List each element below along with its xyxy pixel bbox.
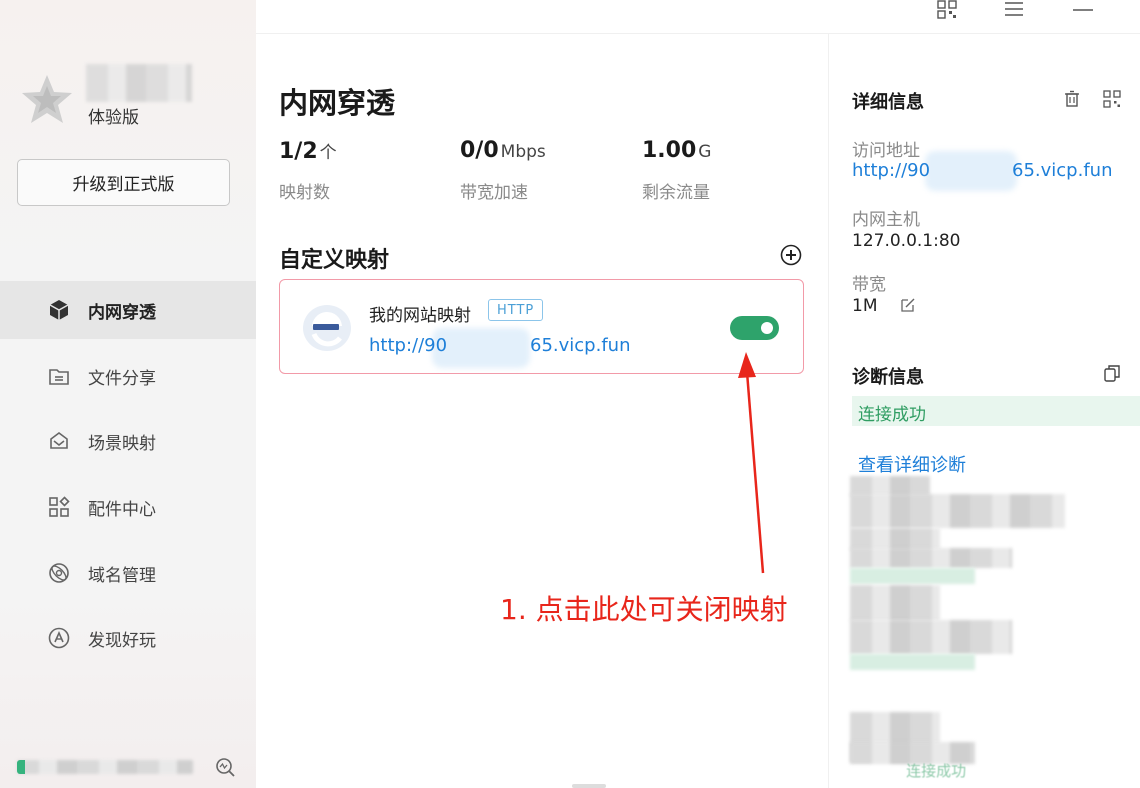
menu-icon[interactable]: [1002, 0, 1026, 20]
online-status-indicator: [17, 760, 25, 774]
qrcode-icon[interactable]: [935, 0, 959, 20]
upgrade-button[interactable]: 升级到正式版: [17, 159, 230, 206]
stat-value: 1.00: [642, 138, 697, 163]
stat-mapping-count: 1/2 个 映射数: [279, 138, 337, 203]
edit-icon[interactable]: [900, 297, 916, 313]
sidebar-item-accessories[interactable]: 配件中心: [0, 478, 256, 536]
bandwidth-label: 带宽: [852, 275, 886, 295]
access-url-prefix[interactable]: http://90: [852, 160, 930, 181]
stat-unit: 个: [319, 143, 337, 163]
section-title: 自定义映射: [279, 248, 390, 273]
activity-search-icon[interactable]: [214, 756, 236, 778]
page-title: 内网穿透: [279, 86, 396, 120]
sidebar-item-label: 场景映射: [88, 433, 156, 454]
sidebar-item-file-share[interactable]: 文件分享: [0, 347, 256, 405]
sidebar-item-label: 内网穿透: [88, 302, 156, 323]
sidebar-item-tunnel[interactable]: 内网穿透: [0, 281, 256, 339]
add-icon[interactable]: [780, 244, 802, 266]
grid-icon: [49, 496, 70, 517]
compass-icon: [48, 627, 70, 649]
stat-unit: Mbps: [500, 142, 546, 162]
sidebar-item-label: 文件分享: [88, 368, 156, 389]
access-address-label: 访问地址: [852, 141, 920, 161]
trash-icon[interactable]: [1063, 90, 1081, 108]
url-redaction: [925, 151, 1017, 191]
mapping-url-suffix[interactable]: 65.vicp.fun: [530, 335, 630, 356]
mapping-url-prefix[interactable]: http://90: [369, 335, 447, 356]
toggle-knob: [761, 322, 773, 334]
globe-icon: [49, 563, 69, 583]
copy-icon[interactable]: [1103, 364, 1121, 382]
bandwidth-value: 1M: [852, 296, 878, 316]
star-avatar-icon[interactable]: [20, 72, 74, 126]
stat-label: 剩余流量: [642, 183, 710, 203]
browser-e-icon: [303, 305, 351, 351]
minimize-icon[interactable]: [1071, 0, 1095, 20]
sidebar-item-label: 配件中心: [88, 499, 156, 520]
stat-value: 1/2: [279, 139, 318, 164]
qrcode-icon[interactable]: [1103, 90, 1121, 108]
stat-unit: G: [698, 142, 712, 162]
stat-label: 带宽加速: [460, 183, 528, 203]
stat-bandwidth: 0/0 Mbps 带宽加速: [460, 138, 546, 203]
host-value: 127.0.0.1:80: [852, 231, 961, 251]
username-redacted: [86, 64, 192, 102]
account-status-redacted: [17, 760, 193, 774]
stat-value: 0/0: [460, 138, 499, 163]
diagnostic-status-bar: 连接成功: [852, 396, 1140, 426]
protocol-badge: HTTP: [488, 299, 544, 321]
access-url-suffix[interactable]: 65.vicp.fun: [1012, 160, 1112, 181]
resize-handle[interactable]: [572, 784, 606, 788]
sidebar-item-label: 发现好玩: [88, 630, 156, 651]
sidebar-item-label: 域名管理: [88, 565, 156, 586]
sidebar-item-discover[interactable]: 发现好玩: [0, 609, 256, 667]
edition-label: 体验版: [88, 108, 139, 128]
view-diagnostic-link[interactable]: 查看详细诊断: [858, 451, 966, 477]
mapping-card[interactable]: 我的网站映射 HTTP http://90 65.vicp.fun: [279, 279, 804, 374]
sidebar-item-domain[interactable]: 域名管理: [0, 544, 256, 602]
diagnostic-title: 诊断信息: [852, 367, 924, 388]
folder-icon: [49, 369, 69, 385]
diagnostic-status: 连接成功: [858, 405, 926, 425]
diagnostic-footer-text: 连接成功: [868, 762, 967, 780]
sidebar-item-scene-map[interactable]: 场景映射: [0, 412, 256, 470]
sidebar: 体验版 升级到正式版 内网穿透 文件分享 场景映射 配件中心 域名管理 发现好玩: [0, 0, 256, 788]
host-label: 内网主机: [852, 210, 920, 230]
cube-icon: [49, 300, 69, 320]
detail-title: 详细信息: [852, 92, 924, 113]
stat-traffic: 1.00 G 剩余流量: [642, 138, 712, 203]
annotation-text: 1. 点击此处可关闭映射: [500, 593, 788, 626]
stat-label: 映射数: [279, 183, 330, 203]
mapping-toggle[interactable]: [730, 316, 779, 340]
layers-icon: [50, 432, 68, 449]
mapping-name: 我的网站映射: [369, 306, 471, 326]
